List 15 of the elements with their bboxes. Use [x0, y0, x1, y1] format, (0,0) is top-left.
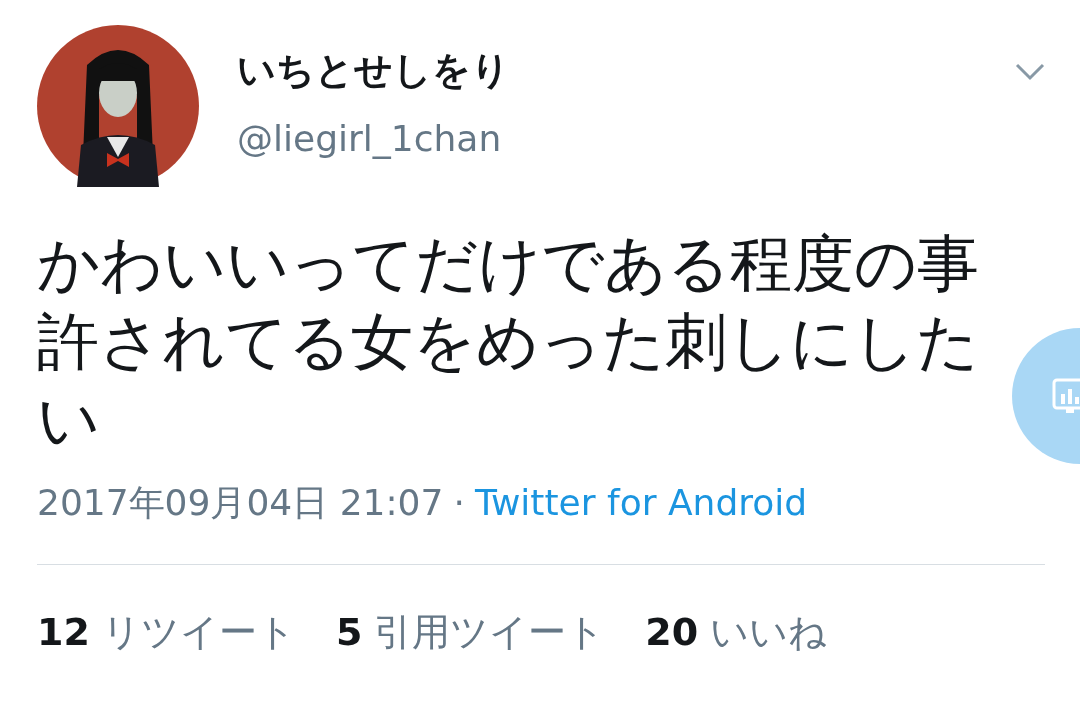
stat-count[interactable]: 12: [37, 610, 90, 654]
separator: ·: [453, 482, 465, 523]
author-handle[interactable]: @liegirl_1chan: [237, 118, 510, 159]
source-link[interactable]: Twitter for Android: [474, 482, 808, 523]
stat-count[interactable]: 20: [645, 610, 699, 654]
author-name[interactable]: いちとせしをり: [237, 45, 510, 96]
chevron-down-icon[interactable]: [1015, 63, 1045, 81]
stat-count[interactable]: 5: [335, 610, 363, 654]
timestamp: 2017年09月04日 21:07: [37, 481, 444, 525]
chart-icon: [1050, 376, 1080, 416]
avatar[interactable]: [37, 25, 199, 187]
tweet-text: かわいいってだけである程度の事許されてる女をめった刺しにしたい: [37, 226, 980, 458]
stat-label[interactable]: 引用ツイート: [374, 607, 606, 658]
stat-label[interactable]: リツイート: [101, 607, 296, 658]
stat-label[interactable]: いいね: [710, 607, 828, 658]
